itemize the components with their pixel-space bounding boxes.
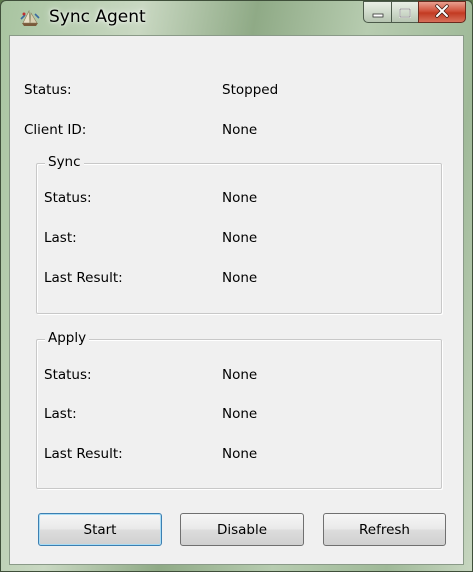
window-title: Sync Agent bbox=[49, 7, 146, 27]
status-value: Stopped bbox=[222, 82, 279, 98]
apply-status-label: Status: bbox=[44, 367, 92, 383]
maximize-button[interactable] bbox=[391, 1, 418, 23]
sync-group-title: Sync bbox=[45, 154, 84, 170]
minimize-icon bbox=[372, 3, 384, 22]
caption-buttons bbox=[363, 1, 466, 23]
close-button[interactable] bbox=[418, 1, 466, 23]
client-area: Status: Stopped Client ID: None Sync Sta… bbox=[9, 35, 464, 565]
sync-status-label: Status: bbox=[44, 190, 92, 206]
sync-last-value: None bbox=[222, 230, 258, 246]
apply-last-result-label: Last Result: bbox=[44, 446, 123, 462]
client-id-value: None bbox=[222, 122, 258, 138]
maximize-icon bbox=[399, 3, 411, 22]
apply-last-value: None bbox=[222, 406, 258, 422]
disable-button[interactable]: Disable bbox=[180, 513, 304, 546]
sync-last-result-value: None bbox=[222, 270, 258, 286]
apply-last-result-value: None bbox=[222, 446, 258, 462]
sync-last-result-label: Last Result: bbox=[44, 270, 123, 286]
apply-group-title: Apply bbox=[45, 330, 90, 346]
sync-last-label: Last: bbox=[44, 230, 77, 246]
close-icon bbox=[434, 3, 450, 22]
title-bar[interactable]: Sync Agent bbox=[1, 1, 472, 35]
client-id-label: Client ID: bbox=[24, 122, 87, 138]
sync-status-value: None bbox=[222, 190, 258, 206]
status-label: Status: bbox=[24, 82, 72, 98]
sync-agent-app-icon bbox=[19, 7, 41, 29]
minimize-button[interactable] bbox=[363, 1, 391, 23]
apply-last-label: Last: bbox=[44, 406, 77, 422]
sync-agent-window: Sync Agent Status: Stopped Client ID: No… bbox=[0, 0, 473, 572]
start-button[interactable]: Start bbox=[38, 513, 162, 546]
apply-status-value: None bbox=[222, 367, 258, 383]
refresh-button[interactable]: Refresh bbox=[323, 513, 446, 546]
